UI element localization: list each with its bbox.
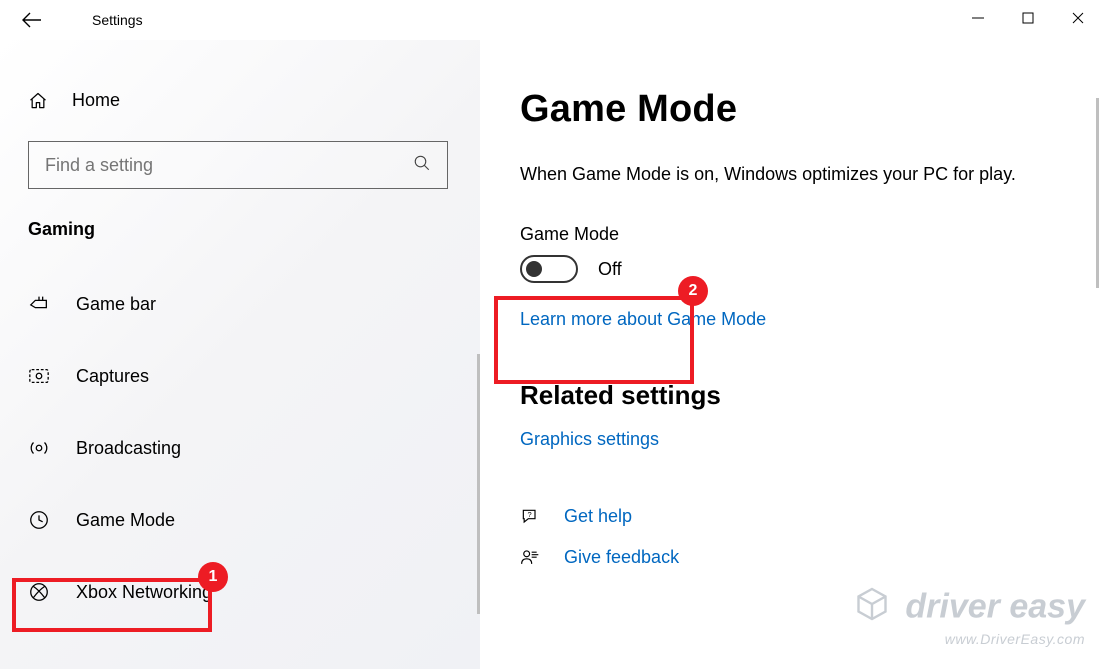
sidebar-item-label: Captures (76, 366, 149, 387)
minimize-button[interactable] (953, 0, 1003, 36)
main-scrollbar[interactable] (1096, 98, 1099, 288)
sidebar-item-label: Xbox Networking (76, 582, 212, 603)
graphics-settings-link[interactable]: Graphics settings (520, 429, 1055, 450)
get-help-link[interactable]: ? Get help (520, 506, 1055, 527)
page-title: Game Mode (520, 88, 1055, 131)
sidebar-item-game-mode[interactable]: Game Mode (28, 496, 460, 544)
give-feedback-link[interactable]: Give feedback (520, 547, 1055, 568)
search-icon (413, 154, 431, 177)
category-title: Gaming (28, 219, 460, 240)
give-feedback-label: Give feedback (564, 547, 679, 568)
toggle-label: Game Mode (520, 224, 1055, 245)
sidebar-item-label: Game Mode (76, 510, 175, 531)
related-settings-title: Related settings (520, 380, 1055, 411)
sidebar: Home Gaming Game bar Captures (0, 40, 480, 669)
game-mode-icon (28, 509, 50, 531)
sidebar-item-game-bar[interactable]: Game bar (28, 280, 460, 328)
sidebar-item-label: Game bar (76, 294, 156, 315)
learn-more-link[interactable]: Learn more about Game Mode (520, 309, 1055, 330)
get-help-label: Get help (564, 506, 632, 527)
feedback-icon (520, 548, 540, 568)
sidebar-item-captures[interactable]: Captures (28, 352, 460, 400)
sidebar-item-broadcasting[interactable]: Broadcasting (28, 424, 460, 472)
broadcasting-icon (28, 437, 50, 459)
home-label: Home (72, 90, 120, 111)
toggle-state: Off (598, 259, 622, 280)
svg-text:?: ? (528, 510, 532, 519)
maximize-button[interactable] (1003, 0, 1053, 36)
sidebar-item-xbox-networking[interactable]: Xbox Networking (28, 568, 460, 616)
xbox-icon (28, 581, 50, 603)
game-bar-icon (28, 293, 50, 315)
close-button[interactable] (1053, 0, 1103, 36)
captures-icon (28, 365, 50, 387)
window-title: Settings (92, 12, 143, 28)
search-input[interactable] (28, 141, 448, 189)
sidebar-item-label: Broadcasting (76, 438, 181, 459)
search-field[interactable] (45, 155, 413, 176)
home-button[interactable]: Home (28, 90, 460, 111)
home-icon (28, 91, 48, 111)
toggle-knob (526, 261, 542, 277)
game-mode-toggle[interactable] (520, 255, 578, 283)
back-button[interactable] (20, 8, 44, 32)
page-description: When Game Mode is on, Windows optimizes … (520, 161, 1050, 188)
main-content: Game Mode When Game Mode is on, Windows … (480, 40, 1103, 669)
help-icon: ? (520, 507, 540, 527)
